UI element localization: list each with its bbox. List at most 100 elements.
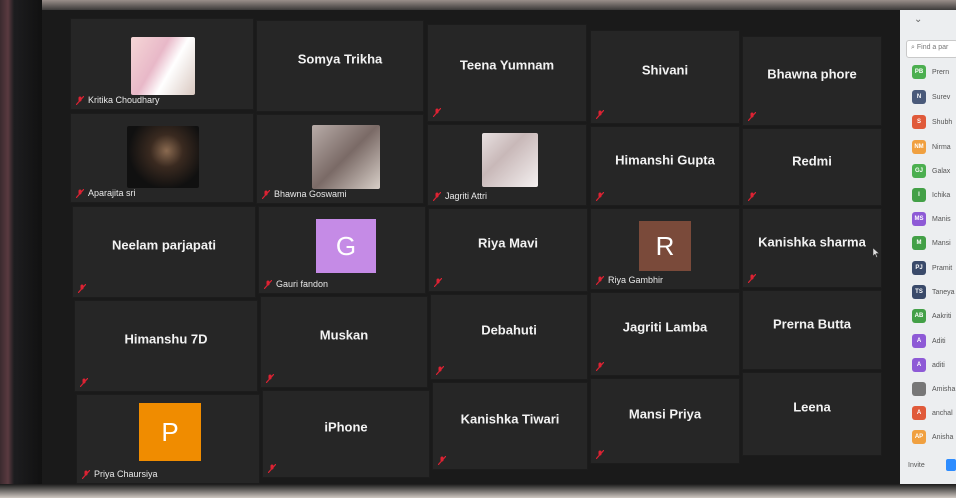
video-tile-debahuti[interactable]: Debahuti [430, 294, 588, 380]
avatar: NM [912, 140, 926, 154]
participant-list-item[interactable]: Aanchal [912, 405, 953, 421]
participant-list-item[interactable]: Amisha [912, 381, 955, 397]
video-tile-prerna[interactable]: Prerna Butta [742, 290, 882, 370]
video-tile-teena[interactable]: Teena Yumnam [427, 24, 587, 122]
muted-mic-icon [748, 192, 756, 201]
chevron-down-icon[interactable]: ⌄ [914, 14, 922, 25]
video-tile-neelam[interactable]: Neelam parjapati [72, 206, 256, 298]
participant-list-item[interactable]: MS Manis [912, 211, 951, 227]
muted-mic-icon [596, 362, 604, 371]
participant-list-item[interactable]: I Ichika [912, 187, 950, 203]
participant-list-item[interactable]: M Mansi [912, 235, 951, 251]
avatar: MS [912, 212, 926, 226]
participant-name: Riya Mavi [478, 235, 538, 251]
participant-name: Bhawna Goswami [274, 189, 347, 199]
avatar: AB [912, 309, 926, 323]
participant-name: Muskan [319, 327, 369, 343]
participant-name: Mansi Priya [628, 406, 702, 422]
video-tile-jagriti-attri[interactable]: Jagriti Attri [427, 124, 587, 206]
participant-video [127, 126, 199, 188]
participant-name: iPhone [324, 419, 368, 435]
muted-mic-icon [438, 456, 446, 465]
monitor-bezel-left [0, 0, 42, 498]
mute-all-button[interactable] [946, 459, 956, 471]
search-input[interactable]: ⌕ Find a par [906, 40, 956, 58]
participant-name: Somya Trikha [297, 51, 383, 67]
video-tile-kanishka-sharma[interactable]: Kanishka sharma [742, 208, 882, 288]
muted-mic-icon [433, 108, 441, 117]
muted-mic-icon [76, 188, 84, 198]
video-tile-iphone[interactable]: iPhone [262, 390, 430, 478]
participant-name: Aparajita sri [88, 188, 136, 198]
muted-mic-icon [78, 284, 86, 293]
avatar: A [912, 406, 926, 420]
participant-list-item[interactable]: Aaditi [912, 357, 945, 373]
video-tile-leena[interactable]: Leena [742, 372, 882, 456]
participant-name: Leena [793, 399, 831, 415]
participant-name: Redmi [792, 153, 832, 169]
participant-list-item[interactable]: AB Aakriti [912, 308, 951, 324]
muted-mic-icon [266, 374, 274, 383]
participant-list-item[interactable]: N Surev [912, 89, 950, 105]
participant-list-item[interactable]: PB Prern [912, 64, 949, 80]
participant-name: Gauri fandon [276, 279, 329, 289]
participant-list-item[interactable]: A Aditi [912, 333, 946, 349]
muted-mic-icon [433, 191, 441, 201]
muted-mic-icon [80, 378, 88, 387]
participant-name: Neelam parjapati [111, 237, 217, 253]
video-tile-kanishka-tiwari[interactable]: Kanishka Tiwari [432, 382, 588, 470]
avatar: R [639, 221, 691, 271]
muted-mic-icon [82, 469, 90, 479]
avatar: M [912, 236, 926, 250]
video-tile-redmi[interactable]: Redmi [742, 128, 882, 206]
video-tile-gauri[interactable]: G Gauri fandon [258, 206, 426, 294]
avatar: PB [912, 65, 926, 79]
participant-list-item[interactable]: TS Taneya [912, 284, 955, 300]
participant-list-item[interactable]: AP Anisha [912, 429, 953, 445]
avatar: I [912, 188, 926, 202]
video-tile-muskan[interactable]: Muskan [260, 296, 428, 388]
monitor-bezel-bottom [0, 484, 956, 498]
avatar: AP [912, 430, 926, 444]
video-tile-riya-mavi[interactable]: Riya Mavi [428, 208, 588, 292]
participant-name: Teena Yumnam [459, 57, 555, 73]
participant-name: Himanshu 7D [124, 331, 208, 347]
participant-name: Debahuti [481, 322, 537, 338]
video-tile-himanshu[interactable]: Himanshu 7D [74, 300, 258, 392]
participant-list-item[interactable]: S Shubh [912, 114, 952, 130]
muted-mic-icon [596, 192, 604, 201]
mouse-cursor-icon [873, 248, 880, 258]
video-tile-somya[interactable]: Somya Trikha [256, 20, 424, 112]
video-tile-aparajita[interactable]: Aparajita sri [70, 113, 254, 203]
video-tile-kritika[interactable]: Kritika Choudhary [70, 18, 254, 110]
video-tile-mansi-priya[interactable]: Mansi Priya [590, 378, 740, 464]
avatar: A [912, 358, 926, 372]
participant-list-item[interactable]: PJ Pramit [912, 260, 952, 276]
muted-mic-icon [748, 112, 756, 121]
muted-mic-icon [268, 464, 276, 473]
avatar: N [912, 90, 926, 104]
avatar: PJ [912, 261, 926, 275]
participant-list-item[interactable]: GJ Galax [912, 163, 950, 179]
invite-button[interactable]: Invite [908, 462, 925, 469]
gallery-view: Kritika Choudhary Somya Trikha Teena Yum… [42, 10, 900, 486]
participant-name: Prerna Butta [772, 316, 852, 332]
participant-name: Himanshi Gupta [615, 152, 715, 168]
participant-list-item[interactable]: NM Nirma [912, 139, 951, 155]
avatar: G [316, 219, 376, 273]
video-tile-bhawna-goswami[interactable]: Bhawna Goswami [256, 114, 424, 204]
muted-mic-icon [262, 189, 270, 199]
participant-video [312, 125, 380, 189]
participant-name: Riya Gambhir [608, 275, 664, 285]
participant-name: Kanishka Tiwari [460, 411, 560, 427]
muted-mic-icon [748, 274, 756, 283]
video-tile-bhawna-phore[interactable]: Bhawna phore [742, 36, 882, 126]
video-tile-shivani[interactable]: Shivani [590, 30, 740, 124]
muted-mic-icon [596, 110, 604, 119]
video-tile-jagriti-lamba[interactable]: Jagriti Lamba [590, 292, 740, 376]
muted-mic-icon [436, 366, 444, 375]
video-tile-riya-gambhir[interactable]: R Riya Gambhir [590, 208, 740, 290]
muted-mic-icon [76, 95, 84, 105]
video-tile-priya[interactable]: P Priya Chaursiya [76, 394, 260, 484]
video-tile-himanshi[interactable]: Himanshi Gupta [590, 126, 740, 206]
